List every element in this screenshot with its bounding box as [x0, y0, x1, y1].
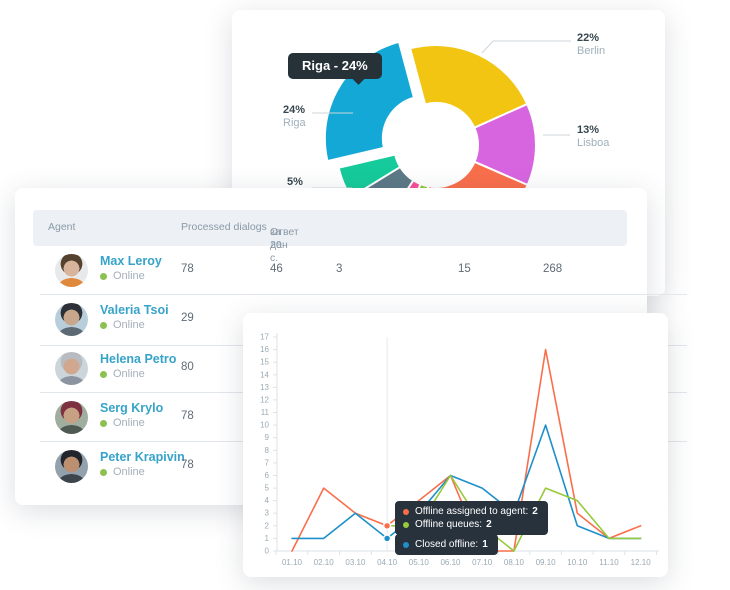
- avatar: [55, 254, 88, 287]
- svg-text:11.10: 11.10: [599, 558, 619, 567]
- svg-text:2: 2: [265, 521, 270, 530]
- callout-city: Lisboa: [577, 137, 609, 150]
- cell-processed-dialogs: 78: [181, 410, 194, 422]
- cell-processed-dialogs: 78: [181, 459, 194, 471]
- chart-tooltip-secondary: Closed offline: 1: [395, 534, 498, 555]
- cell-value: 3: [336, 263, 342, 275]
- avatar: [55, 303, 88, 336]
- svg-text:15: 15: [260, 358, 269, 367]
- svg-text:1: 1: [265, 534, 270, 543]
- donut-tooltip: Riga - 24%: [288, 53, 382, 79]
- dashboard-page: Riga - 24% 22% Berlin 13% Lisboa 24% Rig…: [0, 0, 730, 590]
- online-status-dot: [100, 469, 107, 476]
- avatar: [55, 401, 88, 434]
- table-header: Agent Processed dialogs Ответ дан за 20 …: [33, 210, 627, 246]
- column-header-processed-dialogs: Processed dialogs: [181, 221, 267, 233]
- cell-processed-dialogs: 29: [181, 312, 194, 324]
- avatar: [55, 450, 88, 483]
- online-status-dot: [100, 420, 107, 427]
- agent-name-link[interactable]: Valeria Tsoi: [100, 302, 169, 318]
- svg-text:12: 12: [260, 395, 269, 404]
- svg-text:10.10: 10.10: [567, 558, 588, 567]
- agent-name-link[interactable]: Max Leroy: [100, 253, 162, 269]
- svg-text:07.10: 07.10: [472, 558, 493, 567]
- svg-text:03.10: 03.10: [345, 558, 366, 567]
- svg-text:5: 5: [265, 484, 270, 493]
- online-status-label: Online: [113, 367, 145, 382]
- callout-pct: 22%: [577, 32, 605, 45]
- cell-value: 15: [458, 263, 471, 275]
- svg-text:05.10: 05.10: [409, 558, 430, 567]
- svg-text:6: 6: [265, 471, 270, 480]
- online-status-label: Online: [113, 269, 145, 284]
- svg-text:08.10: 08.10: [504, 558, 525, 567]
- svg-text:17: 17: [260, 333, 269, 342]
- cell-processed-dialogs: 80: [181, 361, 194, 373]
- svg-text:14: 14: [260, 370, 269, 379]
- tooltip-label: Closed offline:: [415, 538, 478, 551]
- svg-text:0: 0: [265, 547, 270, 556]
- online-status-dot: [100, 273, 107, 280]
- agent-name-link[interactable]: Peter Krapivin: [100, 449, 185, 465]
- callout-city: Riga: [283, 117, 306, 130]
- svg-text:13: 13: [260, 383, 269, 392]
- online-status-label: Online: [113, 318, 145, 333]
- tooltip-value: 2: [532, 505, 538, 518]
- online-status-label: Online: [113, 465, 145, 480]
- svg-text:8: 8: [265, 446, 270, 455]
- svg-text:02.10: 02.10: [314, 558, 335, 567]
- callout-label-lisboa: 13% Lisboa: [577, 124, 609, 150]
- callout-label-riga: 24% Riga: [283, 104, 306, 130]
- svg-text:01.10: 01.10: [282, 558, 303, 567]
- online-status-dot: [100, 371, 107, 378]
- svg-text:4: 4: [265, 496, 270, 505]
- series-dot-blue: [403, 542, 409, 548]
- table-row[interactable]: Max Leroy Online 78 46 3 15 268: [33, 246, 627, 295]
- callout-pct: 13%: [577, 124, 609, 137]
- online-status-dot: [100, 322, 107, 329]
- svg-text:10: 10: [260, 421, 269, 430]
- online-status-label: Online: [113, 416, 145, 431]
- row-divider: [40, 294, 687, 295]
- svg-text:9: 9: [265, 433, 270, 442]
- line-chart-card: 0123456789101112131415161701.1002.1003.1…: [243, 313, 668, 577]
- tooltip-label: Offline assigned to agent:: [415, 505, 528, 518]
- column-header-agent: Agent: [48, 221, 75, 233]
- avatar: [55, 352, 88, 385]
- series-dot-green: [403, 522, 409, 528]
- svg-text:11: 11: [261, 408, 270, 417]
- callout-label-berlin: 22% Berlin: [577, 32, 605, 58]
- callout-city: Berlin: [577, 45, 605, 58]
- svg-text:7: 7: [265, 458, 270, 467]
- svg-text:3: 3: [265, 509, 270, 518]
- tooltip-label: Offline queues:: [415, 518, 482, 531]
- series-dot-orange: [403, 509, 409, 515]
- cell-answer-20s: 46: [270, 263, 283, 275]
- cell-value: 268: [543, 263, 562, 275]
- svg-text:12.10: 12.10: [631, 558, 652, 567]
- agent-name-link[interactable]: Helena Petro: [100, 351, 176, 367]
- agent-name-link[interactable]: Serg Krylo: [100, 400, 163, 416]
- svg-text:06.10: 06.10: [440, 558, 461, 567]
- cell-processed-dialogs: 78: [181, 263, 194, 275]
- tooltip-value: 1: [482, 538, 488, 551]
- svg-text:04.10: 04.10: [377, 558, 398, 567]
- tooltip-value: 2: [486, 518, 492, 531]
- chart-tooltip: Offline assigned to agent: 2 Offline que…: [395, 501, 548, 535]
- svg-text:16: 16: [260, 345, 269, 354]
- callout-pct: 24%: [283, 104, 306, 117]
- svg-text:09.10: 09.10: [536, 558, 557, 567]
